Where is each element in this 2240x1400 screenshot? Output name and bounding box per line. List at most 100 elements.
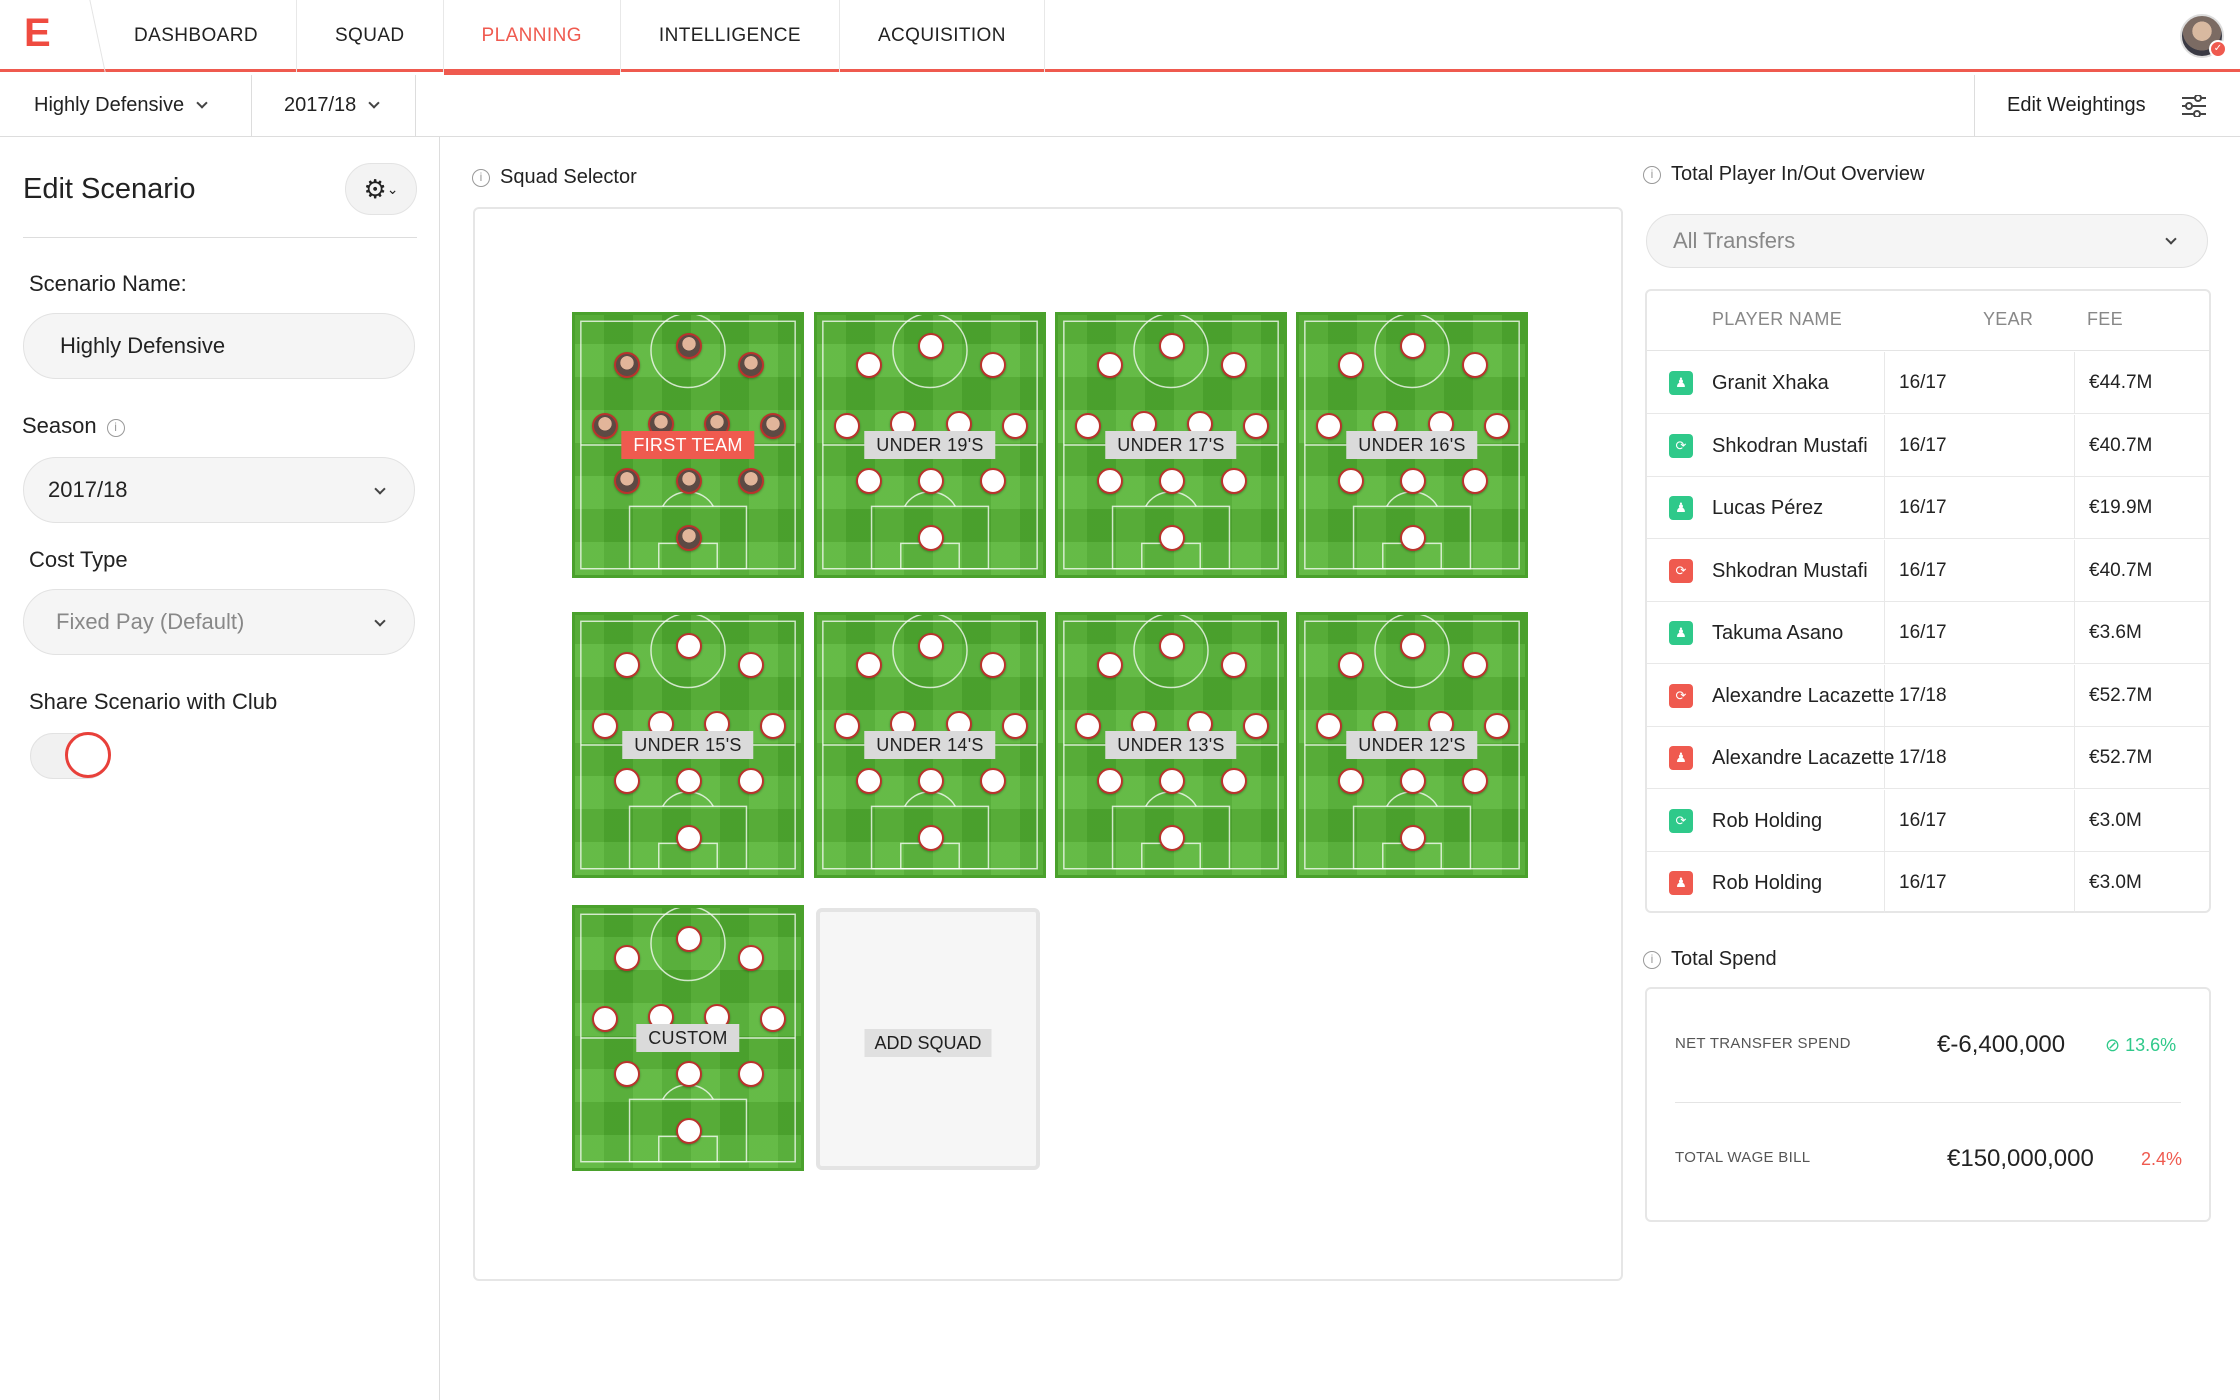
player-slot[interactable] bbox=[760, 1006, 786, 1032]
player-slot[interactable] bbox=[738, 468, 764, 494]
player-slot[interactable] bbox=[918, 525, 944, 551]
player-slot[interactable] bbox=[676, 926, 702, 952]
column-header-fee[interactable]: FEE bbox=[2087, 309, 2123, 330]
tab-intelligence[interactable]: INTELLIGENCE bbox=[621, 0, 840, 72]
share-scenario-toggle[interactable] bbox=[30, 732, 111, 779]
player-slot[interactable] bbox=[592, 413, 618, 439]
season-select[interactable]: 2017/18 bbox=[23, 457, 415, 523]
info-icon[interactable]: i bbox=[106, 419, 125, 437]
player-slot[interactable] bbox=[980, 468, 1006, 494]
player-slot[interactable] bbox=[1097, 352, 1123, 378]
info-icon[interactable]: i bbox=[1643, 951, 1661, 969]
player-slot[interactable] bbox=[614, 768, 640, 794]
table-row[interactable]: ♟ Granit Xhaka 16/17 €44.7M bbox=[1647, 352, 2209, 414]
tab-dashboard[interactable]: DASHBOARD bbox=[96, 0, 297, 72]
player-name[interactable]: Lucas Pérez bbox=[1712, 497, 1823, 520]
player-slot[interactable] bbox=[1400, 825, 1426, 851]
player-slot[interactable] bbox=[980, 352, 1006, 378]
player-slot[interactable] bbox=[676, 1118, 702, 1144]
player-slot[interactable] bbox=[614, 652, 640, 678]
player-slot[interactable] bbox=[856, 468, 882, 494]
player-slot[interactable] bbox=[1462, 468, 1488, 494]
player-slot[interactable] bbox=[856, 352, 882, 378]
squad-card[interactable]: UNDER 17'S bbox=[1055, 312, 1287, 578]
player-name[interactable]: Shkodran Mustafi bbox=[1712, 560, 1868, 583]
player-slot[interactable] bbox=[1221, 768, 1247, 794]
player-slot[interactable] bbox=[738, 768, 764, 794]
squad-card[interactable]: UNDER 16'S bbox=[1296, 312, 1528, 578]
player-name[interactable]: Rob Holding bbox=[1712, 810, 1822, 833]
player-slot[interactable] bbox=[1316, 413, 1342, 439]
player-slot[interactable] bbox=[1400, 468, 1426, 494]
player-slot[interactable] bbox=[1338, 768, 1364, 794]
player-slot[interactable] bbox=[1097, 468, 1123, 494]
player-slot[interactable] bbox=[856, 652, 882, 678]
tab-squad[interactable]: SQUAD bbox=[297, 0, 444, 72]
player-name[interactable]: Alexandre Lacazette bbox=[1712, 747, 1894, 770]
tab-planning[interactable]: PLANNING bbox=[443, 0, 621, 75]
player-slot[interactable] bbox=[614, 352, 640, 378]
scenario-dropdown[interactable]: Highly Defensive bbox=[0, 75, 252, 136]
player-slot[interactable] bbox=[738, 945, 764, 971]
squad-card[interactable]: UNDER 14'S bbox=[814, 612, 1046, 878]
player-slot[interactable] bbox=[1316, 713, 1342, 739]
app-logo[interactable]: E bbox=[24, 13, 58, 53]
table-row[interactable]: ♟ Lucas Pérez 16/17 €19.9M bbox=[1647, 477, 2209, 539]
player-slot[interactable] bbox=[676, 468, 702, 494]
player-slot[interactable] bbox=[676, 825, 702, 851]
settings-button[interactable]: ⚙⌄ bbox=[345, 163, 417, 215]
player-slot[interactable] bbox=[614, 1061, 640, 1087]
player-slot[interactable] bbox=[676, 525, 702, 551]
info-icon[interactable]: i bbox=[1643, 166, 1661, 184]
table-row[interactable]: ♟ Rob Holding 16/17 €3.0M bbox=[1647, 852, 2209, 914]
player-slot[interactable] bbox=[1159, 768, 1185, 794]
player-slot[interactable] bbox=[1159, 825, 1185, 851]
player-slot[interactable] bbox=[738, 352, 764, 378]
player-slot[interactable] bbox=[1159, 333, 1185, 359]
player-slot[interactable] bbox=[1075, 713, 1101, 739]
player-slot[interactable] bbox=[1221, 652, 1247, 678]
transfer-filter-select[interactable]: All Transfers bbox=[1646, 214, 2208, 268]
tab-acquisition[interactable]: ACQUISITION bbox=[840, 0, 1045, 72]
table-row[interactable]: ⟳ Shkodran Mustafi 16/17 €40.7M bbox=[1647, 539, 2209, 602]
player-slot[interactable] bbox=[1002, 713, 1028, 739]
cost-type-select[interactable]: Fixed Pay (Default) bbox=[23, 589, 415, 655]
player-slot[interactable] bbox=[760, 713, 786, 739]
player-name[interactable]: Shkodran Mustafi bbox=[1712, 435, 1868, 458]
player-name[interactable]: Granit Xhaka bbox=[1712, 372, 1829, 395]
player-slot[interactable] bbox=[614, 945, 640, 971]
season-dropdown[interactable]: 2017/18 bbox=[252, 75, 416, 136]
player-slot[interactable] bbox=[1221, 352, 1247, 378]
player-slot[interactable] bbox=[980, 768, 1006, 794]
player-slot[interactable] bbox=[738, 1061, 764, 1087]
player-slot[interactable] bbox=[760, 413, 786, 439]
player-slot[interactable] bbox=[918, 633, 944, 659]
player-name[interactable]: Alexandre Lacazette bbox=[1712, 685, 1894, 708]
player-name[interactable]: Takuma Asano bbox=[1712, 622, 1843, 645]
column-header-year[interactable]: YEAR bbox=[1983, 309, 2033, 330]
player-slot[interactable] bbox=[676, 633, 702, 659]
player-slot[interactable] bbox=[614, 468, 640, 494]
player-slot[interactable] bbox=[1400, 633, 1426, 659]
player-slot[interactable] bbox=[918, 333, 944, 359]
player-slot[interactable] bbox=[918, 468, 944, 494]
player-slot[interactable] bbox=[1159, 525, 1185, 551]
player-slot[interactable] bbox=[1159, 633, 1185, 659]
player-slot[interactable] bbox=[738, 652, 764, 678]
player-slot[interactable] bbox=[918, 825, 944, 851]
player-slot[interactable] bbox=[1221, 468, 1247, 494]
player-slot[interactable] bbox=[1159, 468, 1185, 494]
player-name[interactable]: Rob Holding bbox=[1712, 872, 1822, 895]
player-slot[interactable] bbox=[834, 713, 860, 739]
player-slot[interactable] bbox=[1484, 713, 1510, 739]
player-slot[interactable] bbox=[676, 1061, 702, 1087]
player-slot[interactable] bbox=[1400, 768, 1426, 794]
player-slot[interactable] bbox=[592, 713, 618, 739]
player-slot[interactable] bbox=[1002, 413, 1028, 439]
scenario-name-input[interactable]: Highly Defensive bbox=[23, 313, 415, 379]
squad-card[interactable]: UNDER 19'S bbox=[814, 312, 1046, 578]
player-slot[interactable] bbox=[1243, 413, 1269, 439]
player-slot[interactable] bbox=[1462, 352, 1488, 378]
player-slot[interactable] bbox=[1338, 468, 1364, 494]
player-slot[interactable] bbox=[1462, 768, 1488, 794]
